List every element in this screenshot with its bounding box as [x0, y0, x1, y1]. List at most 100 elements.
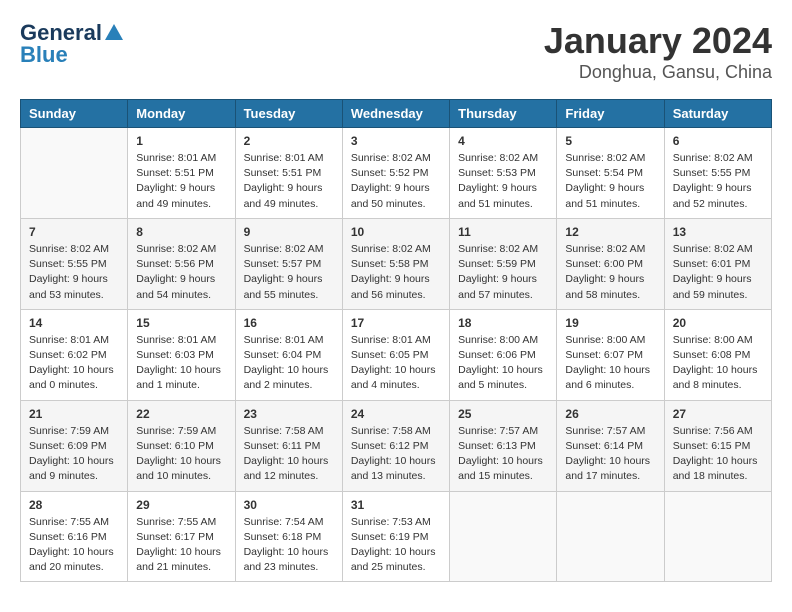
day-number: 13: [673, 225, 763, 239]
day-info: Sunrise: 7:55 AM Sunset: 6:16 PM Dayligh…: [29, 515, 119, 576]
day-info: Sunrise: 8:02 AM Sunset: 5:54 PM Dayligh…: [565, 151, 655, 212]
day-info: Sunrise: 8:01 AM Sunset: 6:02 PM Dayligh…: [29, 333, 119, 394]
day-info: Sunrise: 7:57 AM Sunset: 6:14 PM Dayligh…: [565, 424, 655, 485]
day-info: Sunrise: 8:02 AM Sunset: 5:52 PM Dayligh…: [351, 151, 441, 212]
day-info: Sunrise: 8:02 AM Sunset: 5:59 PM Dayligh…: [458, 242, 548, 303]
day-number: 11: [458, 225, 548, 239]
weekday-header: Monday: [128, 100, 235, 128]
weekday-header: Sunday: [21, 100, 128, 128]
day-number: 31: [351, 498, 441, 512]
weekday-header: Saturday: [664, 100, 771, 128]
day-number: 5: [565, 134, 655, 148]
day-info: Sunrise: 7:59 AM Sunset: 6:09 PM Dayligh…: [29, 424, 119, 485]
calendar-day-cell: 20 Sunrise: 8:00 AM Sunset: 6:08 PM Dayli…: [664, 309, 771, 400]
day-info: Sunrise: 8:02 AM Sunset: 5:55 PM Dayligh…: [673, 151, 763, 212]
day-info: Sunrise: 8:02 AM Sunset: 5:57 PM Dayligh…: [244, 242, 334, 303]
calendar-day-cell: 16 Sunrise: 8:01 AM Sunset: 6:04 PM Dayli…: [235, 309, 342, 400]
day-info: Sunrise: 8:01 AM Sunset: 6:03 PM Dayligh…: [136, 333, 226, 394]
day-info: Sunrise: 8:02 AM Sunset: 5:53 PM Dayligh…: [458, 151, 548, 212]
calendar-day-cell: 11 Sunrise: 8:02 AM Sunset: 5:59 PM Dayli…: [450, 218, 557, 309]
day-number: 16: [244, 316, 334, 330]
day-number: 2: [244, 134, 334, 148]
calendar-day-cell: 14 Sunrise: 8:01 AM Sunset: 6:02 PM Dayli…: [21, 309, 128, 400]
day-info: Sunrise: 7:54 AM Sunset: 6:18 PM Dayligh…: [244, 515, 334, 576]
day-info: Sunrise: 7:58 AM Sunset: 6:11 PM Dayligh…: [244, 424, 334, 485]
calendar-day-cell: [450, 491, 557, 582]
day-info: Sunrise: 8:00 AM Sunset: 6:07 PM Dayligh…: [565, 333, 655, 394]
calendar-day-cell: 18 Sunrise: 8:00 AM Sunset: 6:06 PM Dayli…: [450, 309, 557, 400]
day-number: 30: [244, 498, 334, 512]
day-info: Sunrise: 7:56 AM Sunset: 6:15 PM Dayligh…: [673, 424, 763, 485]
weekday-header: Tuesday: [235, 100, 342, 128]
calendar-day-cell: [557, 491, 664, 582]
day-info: Sunrise: 7:57 AM Sunset: 6:13 PM Dayligh…: [458, 424, 548, 485]
title-block: January 2024 Donghua, Gansu, China: [544, 20, 772, 83]
day-number: 27: [673, 407, 763, 421]
day-number: 21: [29, 407, 119, 421]
calendar-day-cell: [21, 128, 128, 219]
day-number: 14: [29, 316, 119, 330]
logo-blue: Blue: [20, 42, 68, 68]
header-row: SundayMondayTuesdayWednesdayThursdayFrid…: [21, 100, 772, 128]
day-info: Sunrise: 8:02 AM Sunset: 5:55 PM Dayligh…: [29, 242, 119, 303]
calendar-day-cell: 10 Sunrise: 8:02 AM Sunset: 5:58 PM Dayli…: [342, 218, 449, 309]
page-header: General Blue January 2024 Donghua, Gansu…: [20, 20, 772, 83]
calendar-day-cell: 30 Sunrise: 7:54 AM Sunset: 6:18 PM Dayli…: [235, 491, 342, 582]
calendar-day-cell: 8Sunrise: 8:02 AM Sunset: 5:56 PM Daylig…: [128, 218, 235, 309]
day-number: 20: [673, 316, 763, 330]
calendar-body: 1 Sunrise: 8:01 AM Sunset: 5:51 PM Daylig…: [21, 128, 772, 582]
calendar-header: SundayMondayTuesdayWednesdayThursdayFrid…: [21, 100, 772, 128]
day-info: Sunrise: 8:00 AM Sunset: 6:08 PM Dayligh…: [673, 333, 763, 394]
day-info: Sunrise: 8:01 AM Sunset: 6:04 PM Dayligh…: [244, 333, 334, 394]
calendar-day-cell: 19Sunrise: 8:00 AM Sunset: 6:07 PM Dayli…: [557, 309, 664, 400]
day-info: Sunrise: 7:55 AM Sunset: 6:17 PM Dayligh…: [136, 515, 226, 576]
day-number: 12: [565, 225, 655, 239]
calendar-day-cell: 25Sunrise: 7:57 AM Sunset: 6:13 PM Dayli…: [450, 400, 557, 491]
calendar-day-cell: 23 Sunrise: 7:58 AM Sunset: 6:11 PM Dayli…: [235, 400, 342, 491]
day-info: Sunrise: 8:02 AM Sunset: 5:58 PM Dayligh…: [351, 242, 441, 303]
calendar-day-cell: 17Sunrise: 8:01 AM Sunset: 6:05 PM Dayli…: [342, 309, 449, 400]
calendar-day-cell: 2 Sunrise: 8:01 AM Sunset: 5:51 PM Daylig…: [235, 128, 342, 219]
calendar-week-row: 7 Sunrise: 8:02 AM Sunset: 5:55 PM Daylig…: [21, 218, 772, 309]
day-info: Sunrise: 8:00 AM Sunset: 6:06 PM Dayligh…: [458, 333, 548, 394]
month-title: January 2024: [544, 20, 772, 62]
calendar-day-cell: 6 Sunrise: 8:02 AM Sunset: 5:55 PM Daylig…: [664, 128, 771, 219]
calendar-day-cell: 31Sunrise: 7:53 AM Sunset: 6:19 PM Dayli…: [342, 491, 449, 582]
day-number: 6: [673, 134, 763, 148]
calendar-day-cell: 21 Sunrise: 7:59 AM Sunset: 6:09 PM Dayli…: [21, 400, 128, 491]
calendar-day-cell: 28 Sunrise: 7:55 AM Sunset: 6:16 PM Dayli…: [21, 491, 128, 582]
day-number: 23: [244, 407, 334, 421]
day-number: 18: [458, 316, 548, 330]
day-info: Sunrise: 8:01 AM Sunset: 6:05 PM Dayligh…: [351, 333, 441, 394]
day-number: 28: [29, 498, 119, 512]
day-info: Sunrise: 7:58 AM Sunset: 6:12 PM Dayligh…: [351, 424, 441, 485]
day-number: 7: [29, 225, 119, 239]
day-number: 4: [458, 134, 548, 148]
weekday-header: Friday: [557, 100, 664, 128]
calendar-day-cell: 26 Sunrise: 7:57 AM Sunset: 6:14 PM Dayli…: [557, 400, 664, 491]
calendar-day-cell: 12 Sunrise: 8:02 AM Sunset: 6:00 PM Dayli…: [557, 218, 664, 309]
calendar-day-cell: 7 Sunrise: 8:02 AM Sunset: 5:55 PM Daylig…: [21, 218, 128, 309]
calendar-day-cell: 3Sunrise: 8:02 AM Sunset: 5:52 PM Daylig…: [342, 128, 449, 219]
day-number: 15: [136, 316, 226, 330]
day-info: Sunrise: 8:02 AM Sunset: 5:56 PM Dayligh…: [136, 242, 226, 303]
day-info: Sunrise: 8:02 AM Sunset: 6:01 PM Dayligh…: [673, 242, 763, 303]
calendar-day-cell: [664, 491, 771, 582]
day-number: 10: [351, 225, 441, 239]
weekday-header: Wednesday: [342, 100, 449, 128]
calendar-table: SundayMondayTuesdayWednesdayThursdayFrid…: [20, 99, 772, 582]
day-number: 29: [136, 498, 226, 512]
day-number: 9: [244, 225, 334, 239]
logo-icon: [103, 22, 125, 44]
day-number: 26: [565, 407, 655, 421]
day-info: Sunrise: 8:02 AM Sunset: 6:00 PM Dayligh…: [565, 242, 655, 303]
day-info: Sunrise: 7:59 AM Sunset: 6:10 PM Dayligh…: [136, 424, 226, 485]
calendar-day-cell: 5 Sunrise: 8:02 AM Sunset: 5:54 PM Daylig…: [557, 128, 664, 219]
calendar-day-cell: 13 Sunrise: 8:02 AM Sunset: 6:01 PM Dayli…: [664, 218, 771, 309]
day-info: Sunrise: 8:01 AM Sunset: 5:51 PM Dayligh…: [244, 151, 334, 212]
location-title: Donghua, Gansu, China: [544, 62, 772, 83]
calendar-day-cell: 24Sunrise: 7:58 AM Sunset: 6:12 PM Dayli…: [342, 400, 449, 491]
day-number: 1: [136, 134, 226, 148]
calendar-day-cell: 4 Sunrise: 8:02 AM Sunset: 5:53 PM Daylig…: [450, 128, 557, 219]
calendar-week-row: 21 Sunrise: 7:59 AM Sunset: 6:09 PM Dayli…: [21, 400, 772, 491]
